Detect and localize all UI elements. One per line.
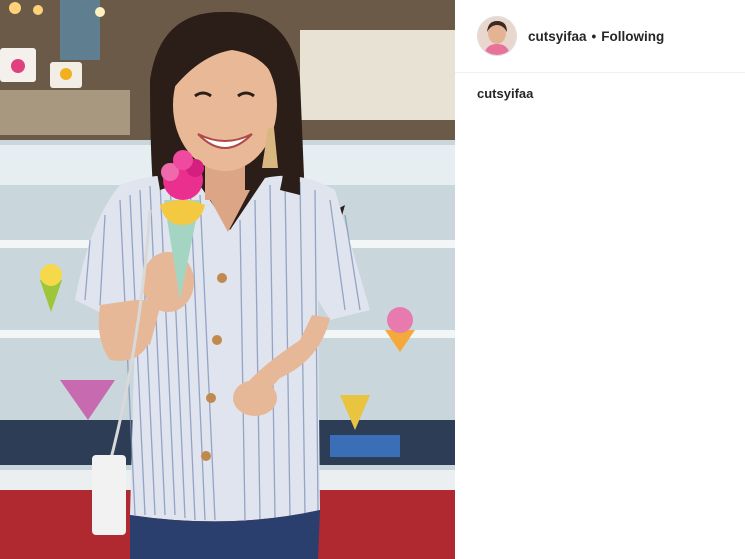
username-link[interactable]: cutsyifaa [528,29,587,44]
separator-dot: • [591,28,597,44]
caption-username[interactable]: cutsyifaa [477,86,533,101]
following-button[interactable]: Following [601,29,664,44]
header-text: cutsyifaa • Following [528,29,664,44]
post-sidebar: cutsyifaa • Following cutsyifaa [455,0,745,559]
post-header: cutsyifaa • Following [455,0,745,73]
post-photo[interactable] [0,0,455,559]
avatar[interactable] [477,16,517,56]
